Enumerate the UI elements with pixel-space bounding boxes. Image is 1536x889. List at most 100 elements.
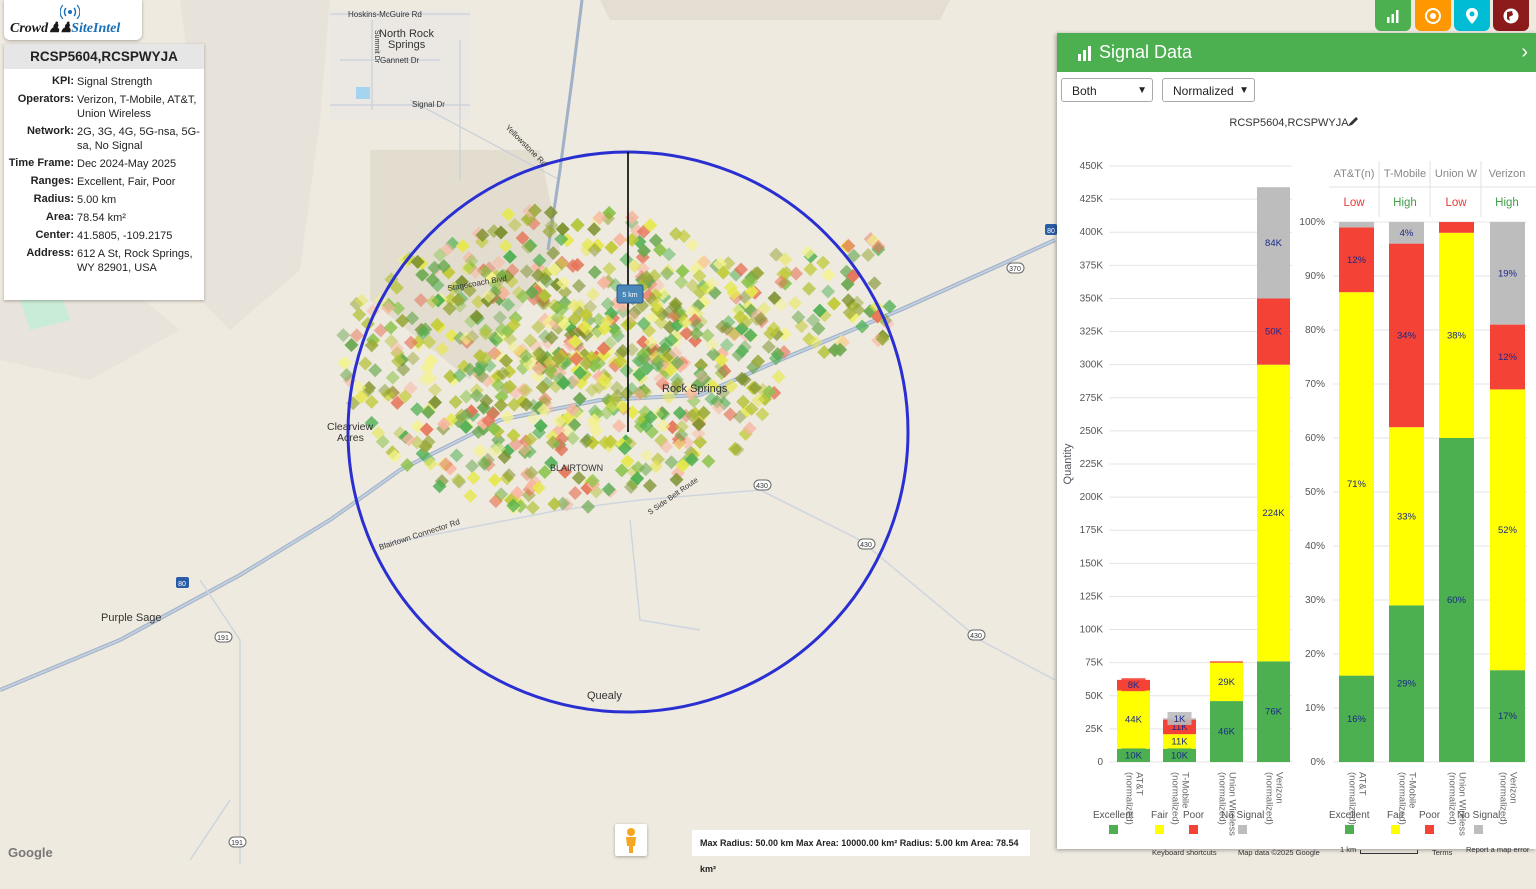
y-tick-label: 400K: [1080, 227, 1104, 238]
y-tick-label: 25K: [1085, 724, 1103, 735]
data-label: 4%: [1400, 228, 1414, 239]
y-tick-label: 10%: [1305, 703, 1325, 714]
legend-poor: Poor: [1183, 810, 1204, 834]
y-tick-label: 50%: [1305, 487, 1325, 498]
data-label: 46K: [1218, 727, 1236, 738]
operator-filter-select[interactable]: Both ▼: [1061, 78, 1153, 102]
chart-tool-button[interactable]: [1375, 0, 1411, 31]
route-shield-label: 80: [178, 581, 186, 588]
legend-swatch: [1238, 825, 1248, 834]
data-label: 1K: [1174, 714, 1186, 725]
y-tick-label: 40%: [1305, 541, 1325, 552]
data-label: 33%: [1397, 511, 1417, 522]
info-row-kpi: KPI: Signal Strength: [4, 75, 204, 89]
info-row-address: Address: 612 A St, Rock Springs, WY 82901…: [4, 247, 204, 275]
info-value: Signal Strength: [77, 76, 153, 88]
legend-label: Poor: [1419, 810, 1441, 821]
info-row-area: Area: 78.54 km²: [4, 211, 204, 225]
edit-icon[interactable]: [1348, 117, 1358, 126]
panel-header: Signal Data ›: [1057, 33, 1536, 72]
chevron-down-icon: ▼: [1239, 85, 1249, 96]
y-tick-label: 150K: [1080, 558, 1104, 569]
bar-segment-poor[interactable]: [1439, 222, 1474, 233]
logo-part-crowd: Crowd: [10, 21, 49, 36]
y-axis-label: Quantity: [1062, 443, 1074, 484]
map-label: Hoskins-McGuire Rd: [348, 10, 422, 19]
y-tick-label: 80%: [1305, 325, 1325, 336]
info-value: 78.54 km²: [77, 212, 126, 224]
route-shield-label: 430: [756, 483, 768, 490]
legend-label: Excellent: [1093, 810, 1134, 821]
info-key: KPI:: [52, 75, 74, 87]
keyboard-shortcuts-link[interactable]: Keyboard shortcuts: [1152, 848, 1217, 857]
site-info-card: RCSP5604,RCSPWYJA KPI: Signal Strength Op…: [4, 44, 204, 300]
data-label: 84K: [1265, 238, 1283, 249]
logo-part-siteintel: SiteIntel: [71, 21, 121, 36]
chevron-right-icon[interactable]: ›: [1521, 41, 1528, 64]
map-label: Purple Sage: [101, 612, 162, 624]
y-tick-label: 100%: [1299, 217, 1325, 228]
info-value: Verizon, T-Mobile, AT&T, Union Wireless: [77, 94, 197, 120]
map-label: Summit Dr: [373, 30, 380, 64]
info-key: Center:: [35, 229, 74, 241]
street-view-button[interactable]: [615, 824, 647, 856]
legend-swatch: [1189, 825, 1199, 834]
signal-charts: RCSP5604,RCSPWYJA 0 25K 50K 75K 100K 125K 150K…: [1062, 117, 1536, 836]
bar-chart-icon: [1078, 45, 1091, 61]
scale-label: 1 km: [1340, 845, 1357, 854]
map-label: Rock Springs: [662, 383, 728, 395]
y-tick-label: 125K: [1080, 591, 1104, 602]
map-label: Quealy: [587, 690, 622, 702]
data-label: 34%: [1397, 330, 1417, 341]
pin-tool-button[interactable]: [1454, 0, 1490, 31]
info-value: 5.00 km: [77, 194, 117, 206]
info-key: Network:: [26, 125, 74, 137]
operator-filter-value: Both: [1072, 84, 1097, 98]
operator-level-badge: Low: [1445, 197, 1467, 209]
legend-no-signal: No Signal: [1221, 810, 1264, 834]
info-value: 612 A St, Rock Springs, WY 82901, USA: [77, 248, 193, 274]
target-icon: [1425, 7, 1441, 24]
map-label: Acres: [337, 432, 364, 444]
operator-column-header: T-Mobile: [1384, 168, 1426, 180]
legend-swatch: [1344, 825, 1354, 834]
operator-level-badge: High: [1393, 197, 1417, 209]
y-tick-label: 60%: [1305, 433, 1325, 444]
y-tick-label: 300K: [1080, 360, 1104, 371]
map-label: Gannett Dr: [380, 56, 419, 65]
operator-column-header: Union W: [1435, 168, 1478, 180]
info-value: Excellent, Fair, Poor: [77, 176, 176, 188]
legend-label: No Signal: [1457, 810, 1501, 821]
bar-segment-poor[interactable]: [1210, 661, 1243, 663]
data-label: 50K: [1265, 327, 1283, 338]
data-label: 10K: [1171, 750, 1189, 761]
report-error-link[interactable]: Report a map error: [1466, 845, 1529, 854]
y-tick-label: 225K: [1080, 459, 1104, 470]
legend-swatch: [1155, 825, 1165, 834]
data-label: 29K: [1218, 677, 1236, 688]
chevron-down-icon: ▼: [1137, 85, 1147, 96]
info-key: Time Frame:: [8, 157, 74, 169]
data-label: 12%: [1347, 255, 1367, 266]
mode-select[interactable]: Normalized ▼: [1162, 78, 1255, 102]
map-label: BLAIRTOWN: [550, 463, 603, 473]
legend-swatch: [1391, 825, 1401, 834]
terms-link[interactable]: Terms: [1432, 848, 1452, 857]
legend-excellent: Excellent: [1329, 810, 1370, 834]
info-key: Ranges:: [30, 175, 74, 187]
app-logo[interactable]: Crowd♟♟SiteIntel: [4, 0, 142, 40]
chart-title: RCSP5604,RCSPWYJA: [1229, 117, 1349, 129]
map-label: Springs: [388, 39, 426, 51]
legend-poor: Poor: [1419, 810, 1440, 834]
info-row-operators: Operators: Verizon, T-Mobile, AT&T, Union…: [4, 93, 204, 121]
y-tick-label: 100K: [1080, 625, 1104, 636]
target-tool-button[interactable]: [1415, 0, 1451, 31]
route-shield-label: 430: [860, 542, 872, 549]
bar-segment-no-signal[interactable]: [1339, 222, 1374, 228]
legend-label: Fair: [1151, 810, 1169, 821]
globe-tool-button[interactable]: [1493, 0, 1529, 31]
operator-level-badge: High: [1495, 197, 1519, 209]
legend-fair: Fair: [1387, 810, 1404, 834]
google-logo: Google: [8, 845, 53, 860]
info-row-center: Center: 41.5805, -109.2175: [4, 229, 204, 243]
